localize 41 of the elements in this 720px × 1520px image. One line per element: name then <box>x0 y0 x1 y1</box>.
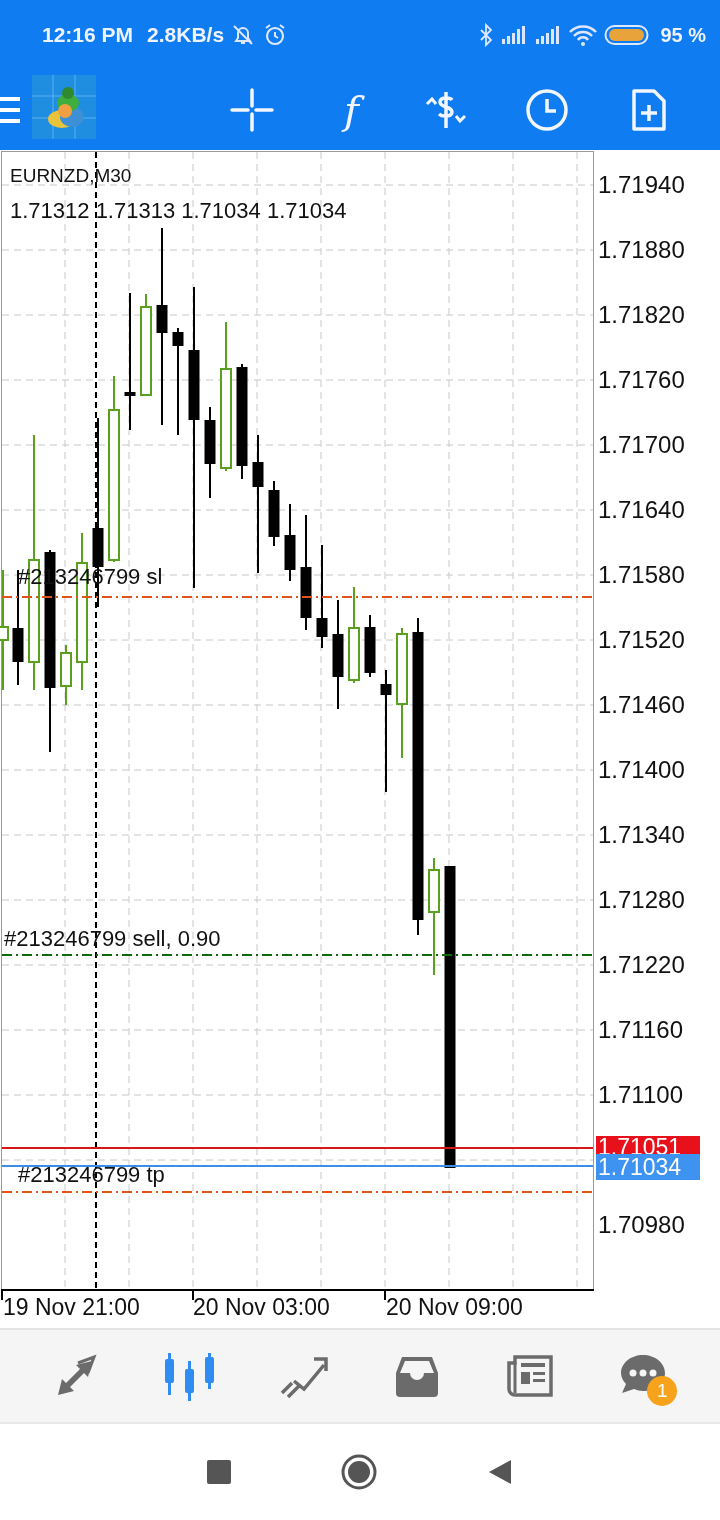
order-label: #213246799 tp <box>18 1162 165 1188</box>
price-tick-label: 1.71400 <box>598 755 685 785</box>
price-tick-label: 1.71160 <box>598 1015 683 1045</box>
price-tick-label: 1.71700 <box>598 430 685 460</box>
time-axis-label: 20 Nov 03:00 <box>193 1294 330 1321</box>
price-tick-label: 1.70980 <box>598 1210 685 1240</box>
candlestick-icon <box>165 1351 215 1401</box>
battery-text: 95 % <box>660 23 706 47</box>
symbol-label: EURNZD,M30 <box>10 165 132 187</box>
function-button[interactable]: f <box>338 82 365 138</box>
price-tick-label: 1.71820 <box>598 300 685 330</box>
price-tick-label: 1.71940 <box>598 170 685 200</box>
price-tick-label: 1.71340 <box>598 820 685 850</box>
price-tick-label: 1.71280 <box>598 885 685 915</box>
price-tick-label: 1.71640 <box>598 495 685 525</box>
battery-icon <box>604 23 651 47</box>
time-axis-label: 20 Nov 09:00 <box>386 1294 523 1321</box>
candle <box>60 644 72 706</box>
price-tick-label: 1.71760 <box>598 365 685 395</box>
price-tick-label: 1.71100 <box>598 1080 683 1110</box>
clock-icon[interactable] <box>524 88 569 132</box>
candle <box>268 480 280 547</box>
price-tick-label: 1.71460 <box>598 690 685 720</box>
network-speed-text: 2.8KB/s <box>147 23 225 47</box>
candle <box>364 614 376 678</box>
wifi-icon <box>568 23 599 47</box>
back-icon[interactable] <box>487 1458 513 1486</box>
app-logo[interactable] <box>32 75 96 139</box>
price-tick-label: 1.71220 <box>598 950 685 980</box>
time-axis-label: 19 Nov 21:00 <box>3 1294 140 1321</box>
home-icon[interactable] <box>341 1454 377 1490</box>
crosshair-icon[interactable] <box>230 88 274 132</box>
clock-text: 12:16 PM <box>42 23 134 47</box>
notification-badge: 1 <box>647 1376 678 1406</box>
price-tick-label: 1.71520 <box>598 625 685 655</box>
price-tick-label: 1.71580 <box>598 560 685 590</box>
bluetooth-icon <box>478 23 495 47</box>
price-tick-label: 1.71880 <box>598 235 685 265</box>
ask-price-label: 1.71034 <box>596 1154 700 1180</box>
order-label: #213246799 sell, 0.90 <box>4 926 221 952</box>
ohlc-values: 1.71312 1.71313 1.71034 1.71034 <box>10 198 347 224</box>
